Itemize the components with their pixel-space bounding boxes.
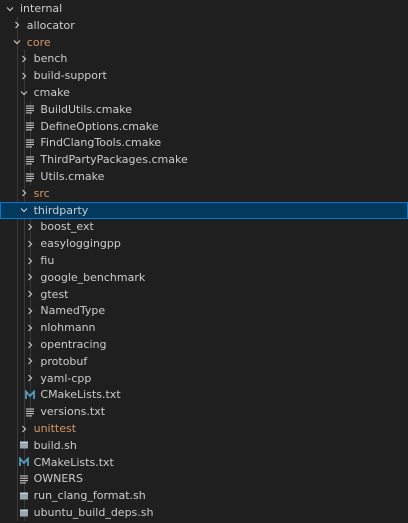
tree-folder-nlohmann[interactable]: nlohmann xyxy=(0,319,408,336)
shell-icon xyxy=(18,439,30,451)
tree-file-ubuntu-build-deps-sh[interactable]: ubuntu_build_deps.sh xyxy=(0,504,408,521)
chevron-right-icon[interactable] xyxy=(24,238,36,250)
tree-folder-yaml-cpp[interactable]: yaml-cpp xyxy=(0,370,408,387)
tree-file-versions-txt[interactable]: versions.txt xyxy=(0,403,408,420)
chevron-right-icon[interactable] xyxy=(18,70,30,82)
tree-file-owners[interactable]: OWNERS xyxy=(0,470,408,487)
tree-file-cmakelists-txt[interactable]: CMakeLists.txt xyxy=(0,386,408,403)
chevron-right-icon[interactable] xyxy=(24,372,36,384)
tree-item-label: FindClangTools.cmake xyxy=(40,136,162,150)
tree-folder-opentracing[interactable]: opentracing xyxy=(0,336,408,353)
tree-item-label: internal xyxy=(20,2,63,15)
tree-file-run-clang-format-sh[interactable]: run_clang_format.sh xyxy=(0,487,408,504)
shell-icon xyxy=(18,507,30,519)
tree-folder-thirdparty[interactable]: thirdparty xyxy=(0,201,408,219)
tree-item-label: ubuntu_build_deps.sh xyxy=(33,506,154,519)
tree-item-label: fiu xyxy=(40,254,55,267)
tree-item-label: BuildUtils.cmake xyxy=(40,102,132,116)
tree-item-label: nlohmann xyxy=(40,321,96,335)
tree-file-defineoptions-cmake[interactable]: DefineOptions.cmake xyxy=(0,118,408,135)
tree-item-label: NamedType xyxy=(40,304,106,318)
tree-item-label: Utils.cmake xyxy=(40,170,105,183)
lines-icon xyxy=(24,137,36,149)
cmake-m-icon xyxy=(24,389,36,401)
chevron-right-icon[interactable] xyxy=(24,339,36,351)
chevron-down-icon[interactable] xyxy=(11,36,23,48)
file-explorer-tree: internal allocator core bench build-support c… xyxy=(0,0,408,523)
cmake-m-icon xyxy=(18,456,30,468)
tree-item-label: bench xyxy=(33,52,68,66)
tree-folder-src[interactable]: src xyxy=(0,185,408,202)
lines-icon xyxy=(24,154,36,166)
tree-item-label: opentracing xyxy=(40,338,107,351)
tree-file-findclangtools-cmake[interactable]: FindClangTools.cmake xyxy=(0,134,408,151)
tree-item-label: run_clang_format.sh xyxy=(33,489,146,503)
tree-folder-unittest[interactable]: unittest xyxy=(0,420,408,437)
chevron-right-icon[interactable] xyxy=(24,255,36,267)
tree-folder-google-benchmark[interactable]: google_benchmark xyxy=(0,269,408,286)
lines-icon xyxy=(24,406,36,418)
tree-item-label: allocator xyxy=(26,18,75,32)
tree-item-label: ThirdPartyPackages.cmake xyxy=(40,153,188,167)
tree-item-label: DefineOptions.cmake xyxy=(40,119,159,133)
chevron-down-icon[interactable] xyxy=(18,204,30,216)
tree-file-thirdpartypackages-cmake[interactable]: ThirdPartyPackages.cmake xyxy=(0,151,408,168)
tree-item-label: easyloggingpp xyxy=(40,237,121,251)
tree-folder-bench[interactable]: bench xyxy=(0,50,408,67)
tree-item-label: protobuf xyxy=(40,354,88,368)
tree-folder-internal[interactable]: internal xyxy=(0,0,408,17)
tree-item-label: gtest xyxy=(40,287,69,301)
tree-folder-build-support[interactable]: build-support xyxy=(0,67,408,84)
tree-folder-gtest[interactable]: gtest xyxy=(0,286,408,303)
chevron-right-icon[interactable] xyxy=(18,53,30,65)
tree-item-label: CMakeLists.txt xyxy=(40,388,121,402)
tree-file-cmakelists-txt[interactable]: CMakeLists.txt xyxy=(0,454,408,471)
chevron-right-icon[interactable] xyxy=(18,187,30,199)
chevron-right-icon[interactable] xyxy=(18,423,30,435)
tree-file-utils-cmake[interactable]: Utils.cmake xyxy=(0,168,408,185)
tree-folder-easyloggingpp[interactable]: easyloggingpp xyxy=(0,235,408,252)
shell-icon xyxy=(18,490,30,502)
tree-folder-allocator[interactable]: allocator xyxy=(0,17,408,34)
chevron-down-icon[interactable] xyxy=(4,3,16,15)
tree-item-label: google_benchmark xyxy=(40,270,146,284)
tree-file-buildutils-cmake[interactable]: BuildUtils.cmake xyxy=(0,101,408,118)
tree-item-label: build.sh xyxy=(33,438,77,452)
chevron-right-icon[interactable] xyxy=(24,221,36,233)
tree-folder-protobuf[interactable]: protobuf xyxy=(0,353,408,370)
tree-item-label: build-support xyxy=(33,69,107,83)
chevron-right-icon[interactable] xyxy=(24,288,36,300)
tree-item-label: boost_ext xyxy=(40,220,94,234)
tree-folder-boost-ext[interactable]: boost_ext xyxy=(0,218,408,235)
chevron-right-icon[interactable] xyxy=(24,271,36,283)
tree-folder-namedtype[interactable]: NamedType xyxy=(0,302,408,319)
tree-folder-fiu[interactable]: fiu xyxy=(0,252,408,269)
tree-item-label: core xyxy=(26,35,51,49)
chevron-right-icon[interactable] xyxy=(24,355,36,367)
tree-item-label: yaml-cpp xyxy=(40,371,92,385)
lines-icon xyxy=(18,473,30,485)
tree-item-label: cmake xyxy=(33,86,70,99)
tree-folder-core[interactable]: core xyxy=(0,34,408,51)
tree-item-label: unittest xyxy=(33,422,77,435)
tree-item-label: src xyxy=(33,186,50,200)
lines-icon xyxy=(24,120,36,132)
tree-item-label: thirdparty xyxy=(33,203,89,217)
chevron-right-icon[interactable] xyxy=(24,305,36,317)
tree-item-label: versions.txt xyxy=(40,405,106,419)
chevron-right-icon[interactable] xyxy=(24,322,36,334)
tree-item-label: OWNERS xyxy=(33,472,83,486)
tree-item-label: CMakeLists.txt xyxy=(33,455,114,469)
tree-folder-cmake[interactable]: cmake xyxy=(0,84,408,101)
chevron-down-icon[interactable] xyxy=(18,87,30,99)
lines-icon xyxy=(24,103,36,115)
chevron-right-icon[interactable] xyxy=(11,19,23,31)
lines-icon xyxy=(24,171,36,183)
tree-file-build-sh[interactable]: build.sh xyxy=(0,437,408,454)
